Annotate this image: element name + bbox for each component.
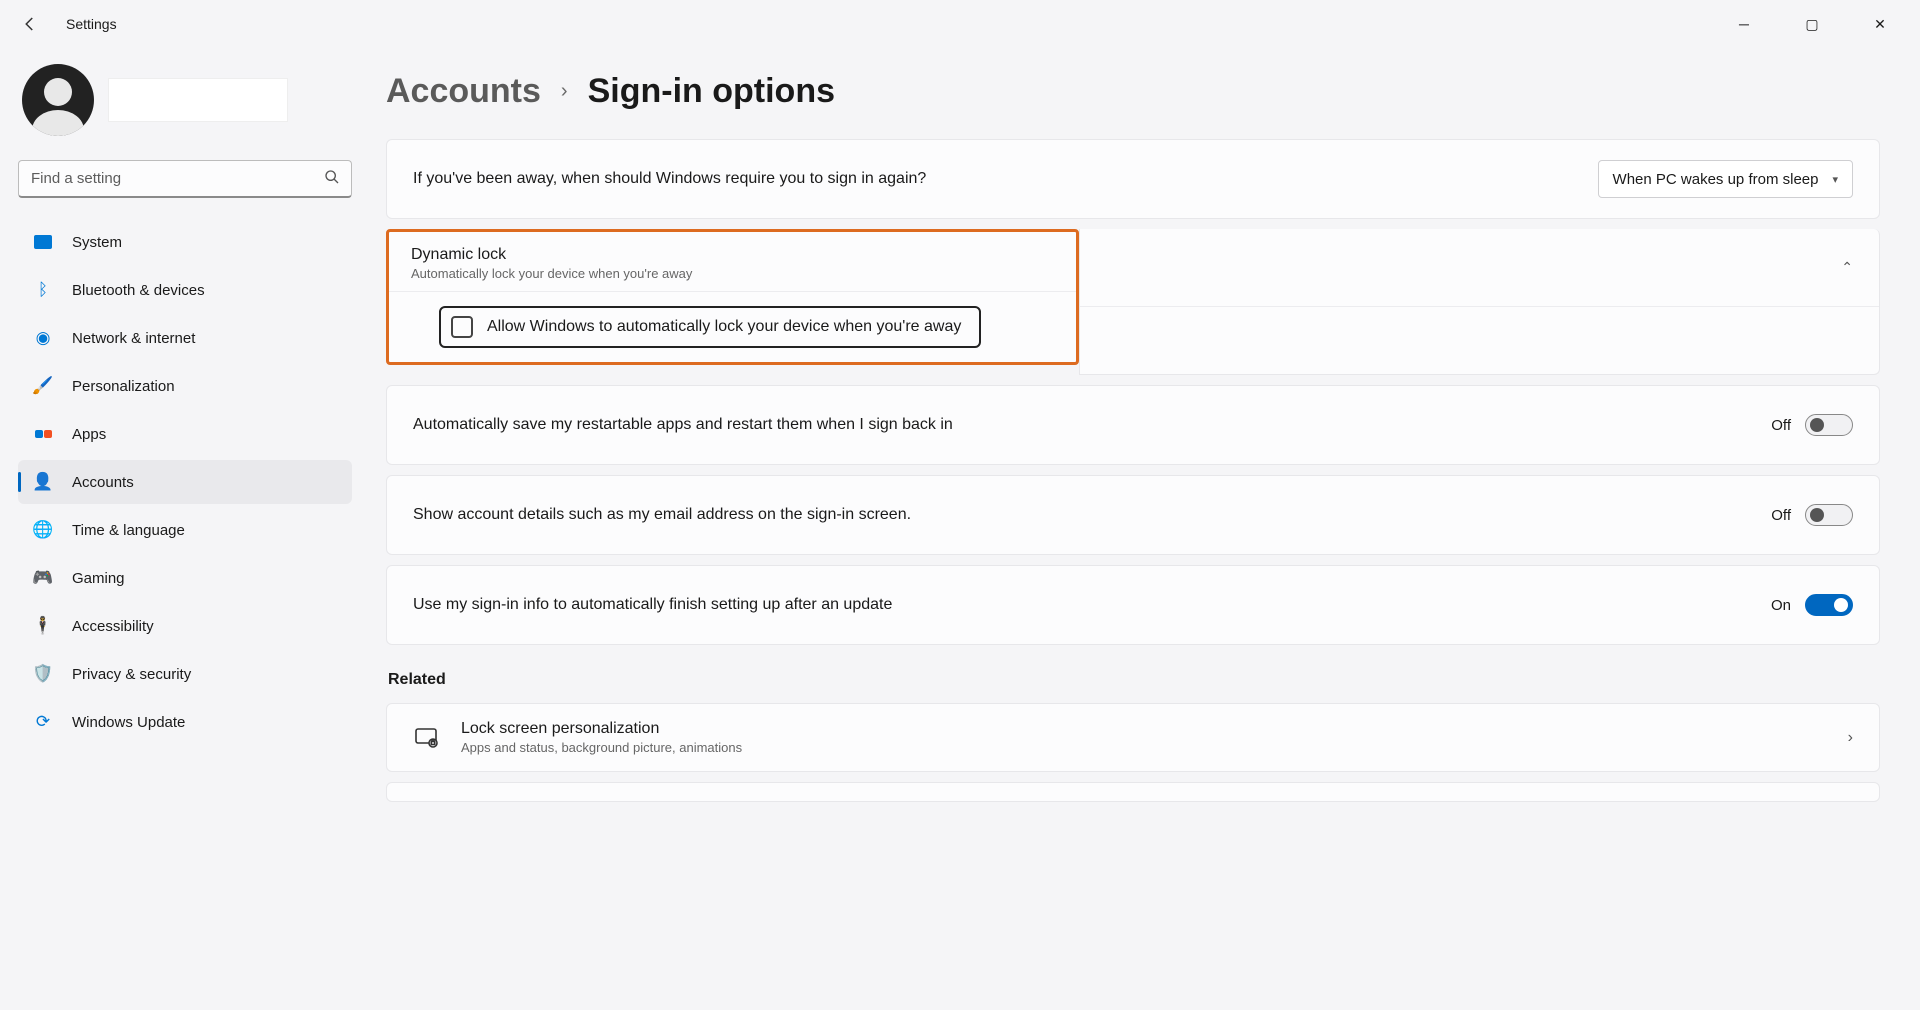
window-controls: ─ ▢ ✕ — [1722, 16, 1908, 33]
nav-bluetooth[interactable]: ᛒ Bluetooth & devices — [18, 268, 352, 312]
toggle-state: On — [1771, 597, 1791, 614]
chevron-right-icon: › — [561, 80, 568, 103]
dynamic-lock-subtitle: Automatically lock your device when you'… — [411, 266, 1054, 281]
related-subtitle: Apps and status, background picture, ani… — [461, 740, 742, 755]
related-heading: Related — [388, 671, 1880, 689]
nav-label: Network & internet — [72, 330, 195, 347]
nav-label: Accounts — [72, 474, 134, 491]
dynamic-lock-checkbox[interactable]: Allow Windows to automatically lock your… — [439, 306, 981, 348]
back-button[interactable] — [12, 6, 48, 42]
require-signin-dropdown[interactable]: When PC wakes up from sleep ▾ — [1598, 160, 1853, 198]
nav-list: System ᛒ Bluetooth & devices ◉ Network & i… — [18, 220, 352, 744]
require-signin-card: If you've been away, when should Windows… — [386, 139, 1880, 219]
gamepad-icon: 🎮 — [32, 567, 54, 589]
page-title: Sign-in options — [588, 72, 835, 111]
profile-name — [108, 78, 288, 122]
person-icon: 👤 — [32, 471, 54, 493]
main-panel: Accounts › Sign-in options If you've bee… — [370, 48, 1920, 1010]
related-title: Lock screen personalization — [461, 720, 742, 738]
nav-label: Privacy & security — [72, 666, 191, 683]
lockscreen-icon — [413, 724, 441, 752]
close-button[interactable]: ✕ — [1858, 16, 1902, 33]
nav-label: Bluetooth & devices — [72, 282, 205, 299]
nav-windows-update[interactable]: ⟳ Windows Update — [18, 700, 352, 744]
nav-network[interactable]: ◉ Network & internet — [18, 316, 352, 360]
use-signin-info-label: Use my sign-in info to automatically fin… — [413, 596, 1771, 614]
chevron-right-icon: › — [1848, 729, 1853, 747]
search-icon — [324, 169, 340, 189]
update-icon: ⟳ — [32, 711, 54, 733]
avatar-icon — [22, 64, 94, 136]
nav-label: Gaming — [72, 570, 125, 587]
checkbox-icon — [451, 316, 473, 338]
show-account-label: Show account details such as my email ad… — [413, 506, 1771, 524]
maximize-button[interactable]: ▢ — [1790, 16, 1834, 33]
require-signin-label: If you've been away, when should Windows… — [413, 170, 1598, 188]
shield-icon: 🛡️ — [32, 663, 54, 685]
apps-icon — [32, 423, 54, 445]
next-card-peek — [386, 782, 1880, 802]
nav-label: Accessibility — [72, 618, 154, 635]
nav-apps[interactable]: Apps — [18, 412, 352, 456]
toggle-state: Off — [1771, 507, 1791, 524]
nav-personalization[interactable]: 🖌️ Personalization — [18, 364, 352, 408]
restart-apps-card: Automatically save my restartable apps a… — [386, 385, 1880, 465]
dynamic-lock-title: Dynamic lock — [411, 246, 1054, 264]
nav-label: Personalization — [72, 378, 175, 395]
breadcrumb: Accounts › Sign-in options — [386, 72, 1880, 111]
nav-gaming[interactable]: 🎮 Gaming — [18, 556, 352, 600]
chevron-up-icon[interactable]: ⌃ — [1841, 259, 1853, 276]
dynamic-lock-header[interactable]: Dynamic lock Automatically lock your dev… — [389, 232, 1076, 292]
globe-clock-icon: 🌐 — [32, 519, 54, 541]
nav-label: System — [72, 234, 122, 251]
nav-accessibility[interactable]: 🕴️ Accessibility — [18, 604, 352, 648]
window-title: Settings — [66, 16, 117, 32]
nav-privacy[interactable]: 🛡️ Privacy & security — [18, 652, 352, 696]
dynamic-lock-highlighted: Dynamic lock Automatically lock your dev… — [386, 229, 1079, 365]
accessibility-icon: 🕴️ — [32, 615, 54, 637]
brush-icon: 🖌️ — [32, 375, 54, 397]
profile-block[interactable] — [18, 64, 352, 136]
show-account-card: Show account details such as my email ad… — [386, 475, 1880, 555]
nav-time-language[interactable]: 🌐 Time & language — [18, 508, 352, 552]
show-account-toggle[interactable] — [1805, 504, 1853, 526]
dropdown-value: When PC wakes up from sleep — [1613, 171, 1819, 188]
search-input[interactable] — [18, 160, 352, 198]
checkbox-label: Allow Windows to automatically lock your… — [487, 318, 961, 336]
use-signin-info-toggle[interactable] — [1805, 594, 1853, 616]
chevron-down-icon: ▾ — [1832, 173, 1838, 186]
restart-apps-label: Automatically save my restartable apps a… — [413, 416, 1771, 434]
wifi-icon: ◉ — [32, 327, 54, 349]
use-signin-info-card: Use my sign-in info to automatically fin… — [386, 565, 1880, 645]
nav-system[interactable]: System — [18, 220, 352, 264]
nav-label: Windows Update — [72, 714, 185, 731]
breadcrumb-parent[interactable]: Accounts — [386, 72, 541, 111]
restart-apps-toggle[interactable] — [1805, 414, 1853, 436]
minimize-button[interactable]: ─ — [1722, 16, 1766, 32]
system-icon — [32, 231, 54, 253]
titlebar: Settings ─ ▢ ✕ — [0, 0, 1920, 48]
sidebar: System ᛒ Bluetooth & devices ◉ Network & i… — [0, 48, 370, 1010]
bluetooth-icon: ᛒ — [32, 279, 54, 301]
nav-accounts[interactable]: 👤 Accounts — [18, 460, 352, 504]
nav-label: Apps — [72, 426, 106, 443]
dynamic-lock-card-rest: ⌃ — [1079, 229, 1880, 375]
toggle-state: Off — [1771, 417, 1791, 434]
nav-label: Time & language — [72, 522, 185, 539]
lockscreen-personalization-card[interactable]: Lock screen personalization Apps and sta… — [386, 703, 1880, 772]
